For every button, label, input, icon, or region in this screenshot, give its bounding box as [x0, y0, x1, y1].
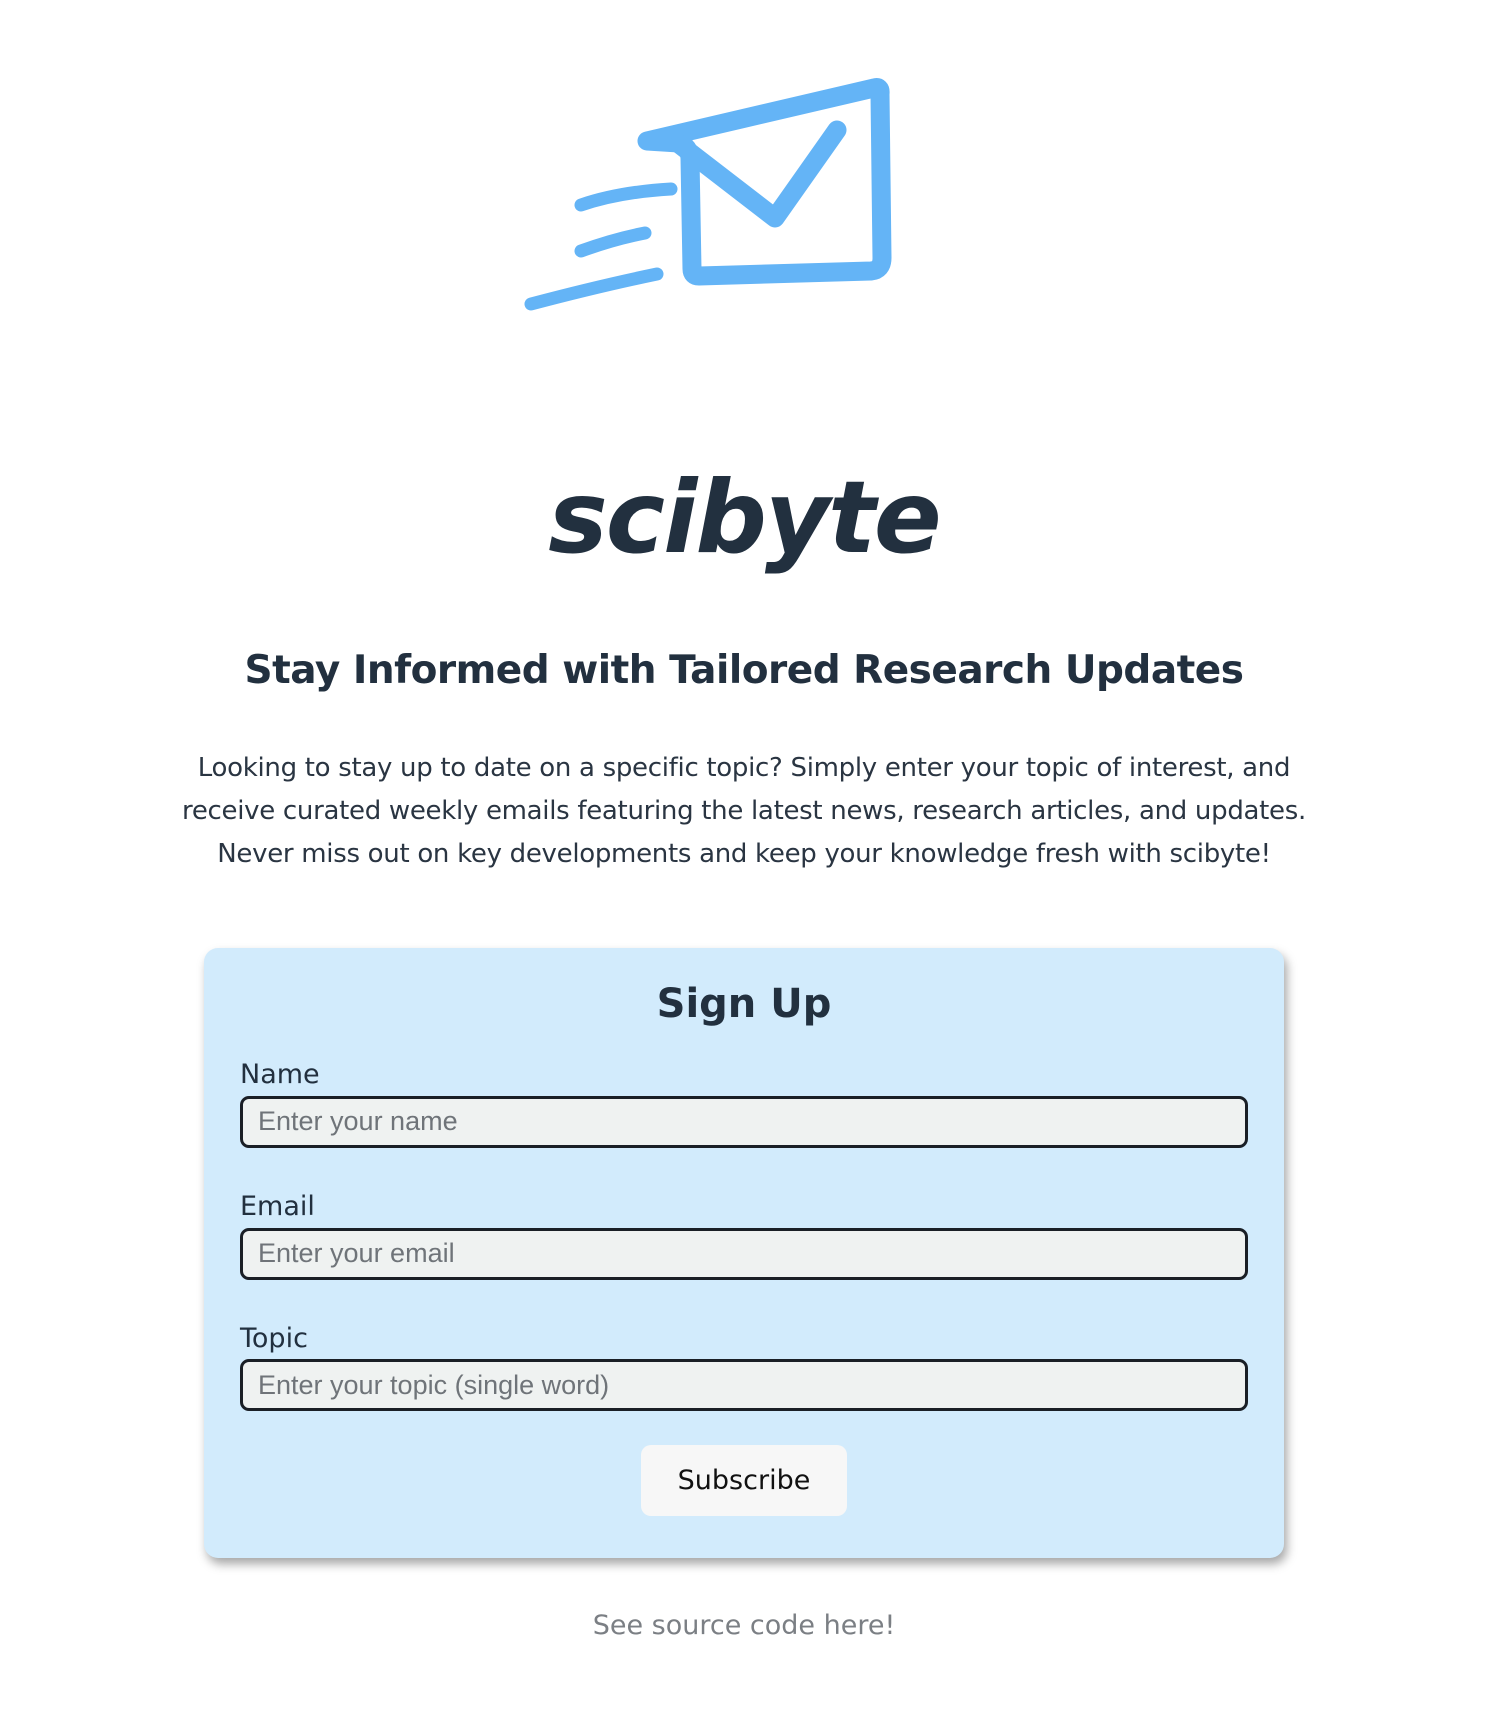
name-input[interactable] — [240, 1095, 1248, 1148]
email-field-group: Email — [240, 1192, 1248, 1280]
source-code-link[interactable]: See source code here! — [593, 1610, 896, 1641]
page-description: Looking to stay up to date on a specific… — [182, 753, 1306, 870]
name-label: Name — [240, 1059, 320, 1091]
submit-row: Subscribe — [240, 1445, 1248, 1517]
brand-wordmark: scibyte — [548, 459, 941, 576]
landing-page: scibyte Stay Informed with Tailored Rese… — [0, 0, 1488, 1641]
topic-input[interactable] — [240, 1359, 1248, 1412]
page-headline: Stay Informed with Tailored Research Upd… — [244, 648, 1244, 693]
signup-card: Sign Up Name Email Topic Subscribe — [204, 948, 1284, 1559]
flying-envelope-icon — [519, 78, 919, 348]
topic-label: Topic — [240, 1322, 308, 1354]
email-input[interactable] — [240, 1227, 1248, 1280]
email-label: Email — [240, 1190, 315, 1222]
subscribe-button[interactable]: Subscribe — [641, 1445, 847, 1517]
topic-field-group: Topic — [240, 1322, 1248, 1412]
name-field-group: Name — [240, 1060, 1248, 1148]
signup-title: Sign Up — [656, 981, 832, 1028]
